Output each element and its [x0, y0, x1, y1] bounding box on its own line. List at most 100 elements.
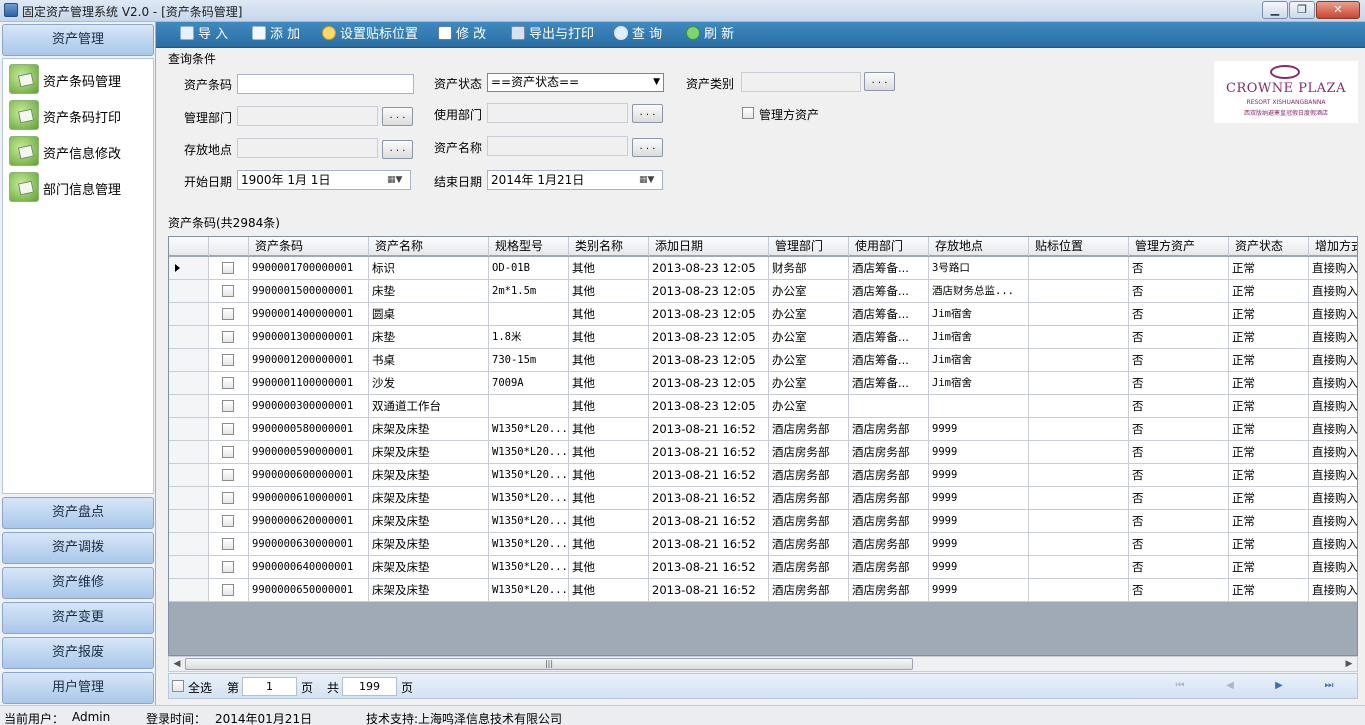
column-header[interactable]: 存放地点 — [929, 237, 1029, 256]
table-cell[interactable]: 3号路口 — [929, 257, 1029, 280]
table-cell[interactable]: 其他 — [569, 303, 649, 326]
table-cell[interactable]: 直接购入 — [1309, 326, 1357, 349]
table-row[interactable]: 9900000640000001 床架及床垫 W1350*L20... 其他 2013-… — [169, 556, 1357, 579]
table-cell[interactable]: 办公室 — [769, 326, 849, 349]
row-checkbox[interactable] — [222, 446, 234, 458]
scroll-left-icon[interactable]: ◀ — [170, 658, 184, 671]
table-cell[interactable]: 2013-08-23 12:05 — [649, 257, 769, 280]
table-cell[interactable] — [489, 395, 569, 418]
table-cell[interactable]: W1350*L20... — [489, 556, 569, 579]
table-cell[interactable]: 办公室 — [769, 372, 849, 395]
table-cell[interactable]: 其他 — [569, 533, 649, 556]
table-cell[interactable]: 9999 — [929, 441, 1029, 464]
table-row[interactable]: 9900000620000001 床架及床垫 W1350*L20... 其他 2013-… — [169, 510, 1357, 533]
table-cell[interactable]: 正常 — [1229, 579, 1309, 602]
row-checkbox[interactable] — [222, 492, 234, 504]
table-cell[interactable] — [1029, 556, 1129, 579]
row-checkbox[interactable] — [222, 331, 234, 343]
start-date-picker[interactable]: 1900年 1月 1日 ▦▼ — [237, 170, 411, 190]
table-cell[interactable] — [1029, 280, 1129, 303]
row-checkbox[interactable] — [222, 354, 234, 366]
next-page-icon[interactable]: ▶ — [1273, 680, 1285, 692]
table-cell[interactable]: 酒店房务部 — [769, 556, 849, 579]
table-cell[interactable]: 730-15m — [489, 349, 569, 372]
table-cell[interactable]: 酒店房务部 — [849, 464, 929, 487]
table-cell[interactable]: Jim宿舍 — [929, 372, 1029, 395]
table-cell[interactable] — [929, 395, 1029, 418]
column-header[interactable]: 贴标位置 — [1029, 237, 1129, 256]
add-button[interactable]: 添 加 — [252, 25, 300, 45]
table-cell[interactable]: 9900000600000001 — [249, 464, 369, 487]
table-cell[interactable]: 2013-08-23 12:05 — [649, 395, 769, 418]
row-header-cell[interactable] — [169, 556, 209, 579]
table-cell[interactable]: W1350*L20... — [489, 464, 569, 487]
row-checkbox[interactable] — [222, 285, 234, 297]
table-cell[interactable]: 否 — [1129, 395, 1229, 418]
table-cell[interactable]: 直接购入 — [1309, 579, 1357, 602]
table-cell[interactable]: 正常 — [1229, 349, 1309, 372]
first-page-icon[interactable]: ⏮ — [1174, 680, 1186, 692]
table-cell[interactable]: 9900001100000001 — [249, 372, 369, 395]
table-cell[interactable]: 床垫 — [369, 280, 489, 303]
row-header-cell[interactable] — [169, 510, 209, 533]
table-cell[interactable]: 直接购入 — [1309, 372, 1357, 395]
table-cell[interactable]: 否 — [1129, 579, 1229, 602]
row-checkbox[interactable] — [222, 262, 234, 274]
table-cell[interactable]: 直接购入 — [1309, 418, 1357, 441]
table-cell[interactable]: W1350*L20... — [489, 579, 569, 602]
table-cell[interactable]: 9999 — [929, 464, 1029, 487]
column-header[interactable]: 使用部门 — [849, 237, 929, 256]
table-cell[interactable]: 酒店房务部 — [849, 533, 929, 556]
row-checkbox[interactable] — [222, 515, 234, 527]
end-date-picker[interactable]: 2014年 1月21日 ▦▼ — [487, 170, 663, 190]
table-cell[interactable]: 正常 — [1229, 257, 1309, 280]
table-cell[interactable] — [849, 395, 929, 418]
table-cell[interactable]: 直接购入 — [1309, 464, 1357, 487]
asset-status-select[interactable]: ==资产状态== — [487, 73, 664, 92]
table-cell[interactable]: 其他 — [569, 487, 649, 510]
table-cell[interactable]: 正常 — [1229, 441, 1309, 464]
table-cell[interactable]: 办公室 — [769, 280, 849, 303]
row-header-cell[interactable] — [169, 372, 209, 395]
table-cell[interactable]: 床架及床垫 — [369, 579, 489, 602]
table-cell[interactable]: 2013-08-21 16:52 — [649, 418, 769, 441]
table-cell[interactable]: 7009A — [489, 372, 569, 395]
table-cell[interactable] — [1029, 395, 1129, 418]
table-cell[interactable]: 正常 — [1229, 372, 1309, 395]
table-cell[interactable]: 酒店筹备... — [849, 257, 929, 280]
nav-group-transfer[interactable]: 资产调拨 — [2, 532, 154, 564]
refresh-button[interactable]: 刷 新 — [686, 25, 734, 45]
table-cell[interactable]: 9900001300000001 — [249, 326, 369, 349]
column-header[interactable]: 规格型号 — [489, 237, 569, 256]
location-browse-button[interactable]: . . . — [382, 140, 413, 159]
row-checkbox[interactable] — [222, 584, 234, 596]
table-cell[interactable]: 其他 — [569, 372, 649, 395]
table-cell[interactable]: 床架及床垫 — [369, 418, 489, 441]
nav-group-change[interactable]: 资产变更 — [2, 602, 154, 634]
table-cell[interactable]: 正常 — [1229, 556, 1309, 579]
table-row[interactable]: 9900001200000001 书桌 730-15m 其他 2013-08-23 12… — [169, 349, 1357, 372]
table-cell[interactable]: 其他 — [569, 556, 649, 579]
column-header[interactable]: 添加日期 — [649, 237, 769, 256]
table-row[interactable]: 9900000300000001 双通道工作台 其他 2013-08-23 12:05… — [169, 395, 1357, 418]
table-cell[interactable]: 2013-08-21 16:52 — [649, 464, 769, 487]
table-cell[interactable]: 2013-08-21 16:52 — [649, 556, 769, 579]
table-cell[interactable]: 床架及床垫 — [369, 441, 489, 464]
export-print-button[interactable]: 导出与打印 — [511, 25, 594, 45]
table-cell[interactable]: 其他 — [569, 280, 649, 303]
horizontal-scrollbar[interactable]: ◀ ||| ▶ — [168, 656, 1358, 672]
table-cell[interactable]: 9900000300000001 — [249, 395, 369, 418]
use-dept-browse-button[interactable]: . . . — [632, 104, 663, 123]
table-cell[interactable]: 2013-08-21 16:52 — [649, 441, 769, 464]
nav-item-barcode-print[interactable]: 资产条码打印 — [7, 99, 151, 131]
row-checkbox[interactable] — [222, 561, 234, 573]
table-cell[interactable]: 酒店筹备... — [849, 303, 929, 326]
table-cell[interactable]: 否 — [1129, 326, 1229, 349]
table-cell[interactable]: 9900001200000001 — [249, 349, 369, 372]
last-page-icon[interactable]: ⏭ — [1323, 680, 1335, 692]
table-cell[interactable]: 2m*1.5m — [489, 280, 569, 303]
table-cell[interactable]: W1350*L20... — [489, 533, 569, 556]
table-cell[interactable]: 否 — [1129, 349, 1229, 372]
row-header-cell[interactable] — [169, 487, 209, 510]
table-cell[interactable]: 办公室 — [769, 303, 849, 326]
